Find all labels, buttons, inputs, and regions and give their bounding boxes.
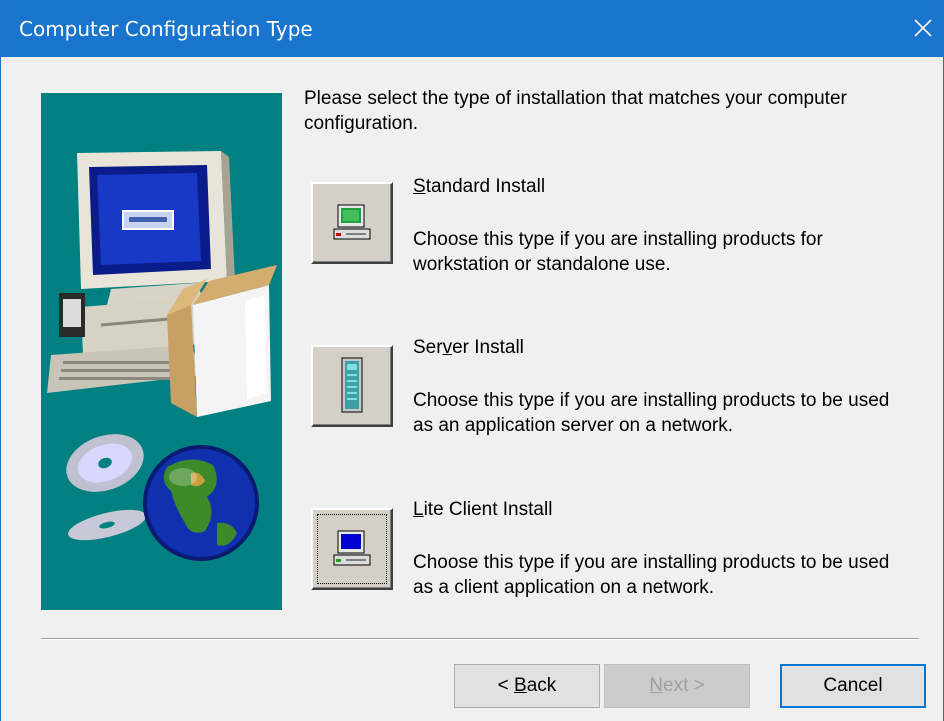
standard-install-title: Standard Install xyxy=(413,176,546,197)
window-title: Computer Configuration Type xyxy=(19,17,313,41)
lite-client-install-title: Lite Client Install xyxy=(413,499,553,520)
server-install-button[interactable] xyxy=(311,345,393,427)
next-button[interactable]: Next > xyxy=(604,664,750,708)
back-button[interactable]: < Back xyxy=(454,664,600,708)
client-computer-icon xyxy=(333,530,371,566)
intro-text: Please select the type of installation t… xyxy=(304,88,847,134)
server-install-title: Server Install xyxy=(413,337,524,358)
lite-client-install-description: Choose this type if you are installing p… xyxy=(413,552,890,598)
close-icon xyxy=(914,19,932,37)
close-button[interactable] xyxy=(909,14,937,42)
lite-client-install-button[interactable] xyxy=(311,508,393,590)
title-bar[interactable]: Computer Configuration Type xyxy=(1,0,943,57)
divider xyxy=(41,638,919,640)
server-icon xyxy=(341,357,363,413)
standard-install-button[interactable] xyxy=(311,182,393,264)
setup-illustration xyxy=(41,93,282,610)
standard-install-description: Choose this type if you are installing p… xyxy=(413,229,823,275)
setup-dialog: Computer Configuration Type Please selec… xyxy=(0,0,944,721)
cancel-button[interactable]: Cancel xyxy=(780,664,926,708)
computer-globe-illustration-icon xyxy=(47,151,277,561)
server-install-description: Choose this type if you are installing p… xyxy=(413,390,890,436)
workstation-icon xyxy=(333,204,371,240)
